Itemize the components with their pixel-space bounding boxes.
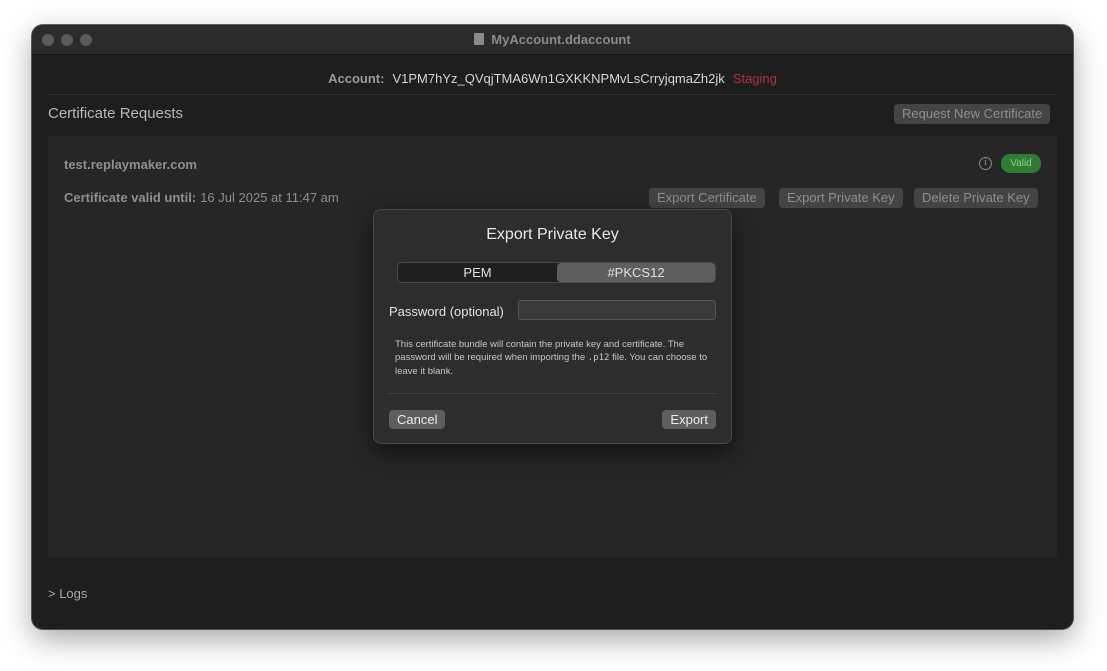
environment-badge: Staging xyxy=(732,71,777,86)
password-label: Password (optional) xyxy=(389,304,504,319)
format-segmented-control: PEM #PKCS12 xyxy=(397,262,716,283)
certificate-validity: Certificate valid until: 16 Jul 2025 at 1… xyxy=(64,190,339,205)
format-option-pkcs12[interactable]: #PKCS12 xyxy=(557,263,715,282)
export-private-key-dialog: Export Private Key PEM #PKCS12 Password … xyxy=(373,209,732,444)
document-icon xyxy=(474,33,485,45)
account-line: Account: V1PM7hYz_QVqjTMA6Wn1GXKKNPMvLsCr… xyxy=(32,71,1073,86)
cancel-button[interactable]: Cancel xyxy=(389,410,446,429)
format-option-pem[interactable]: PEM xyxy=(398,263,557,282)
valid-until-value: 16 Jul 2025 at 11:47 am xyxy=(200,190,339,205)
export-button[interactable]: Export xyxy=(662,410,716,429)
status-badge: Valid xyxy=(1001,154,1041,173)
info-icon[interactable]: i xyxy=(979,157,992,170)
description-code: .p12 xyxy=(587,353,610,363)
divider xyxy=(48,94,1057,95)
window-title: MyAccount.ddaccount xyxy=(32,32,1073,47)
export-private-key-button[interactable]: Export Private Key xyxy=(779,188,903,208)
export-certificate-button[interactable]: Export Certificate xyxy=(649,188,765,208)
account-label: Account: xyxy=(328,71,385,86)
delete-private-key-button[interactable]: Delete Private Key xyxy=(914,188,1038,208)
logs-disclosure[interactable]: > Logs xyxy=(48,586,87,601)
window-title-text: MyAccount.ddaccount xyxy=(491,32,631,47)
valid-until-label: Certificate valid until: xyxy=(64,190,197,205)
dialog-title: Export Private Key xyxy=(486,226,619,243)
dialog-description: This certificate bundle will contain the… xyxy=(395,338,717,378)
password-input[interactable] xyxy=(518,300,716,320)
account-id: V1PM7hYz_QVqjTMA6Wn1GXKKNPMvLsCrryjqmaZh… xyxy=(392,71,725,86)
dialog-divider xyxy=(389,393,716,394)
title-bar[interactable]: MyAccount.ddaccount xyxy=(32,25,1073,55)
app-window: MyAccount.ddaccount Account: V1PM7hYz_QVq… xyxy=(32,25,1073,629)
section-title: Certificate Requests xyxy=(48,105,184,122)
request-new-certificate-button[interactable]: Request New Certificate xyxy=(894,104,1051,124)
certificate-hostname: test.replaymaker.com xyxy=(64,157,197,172)
